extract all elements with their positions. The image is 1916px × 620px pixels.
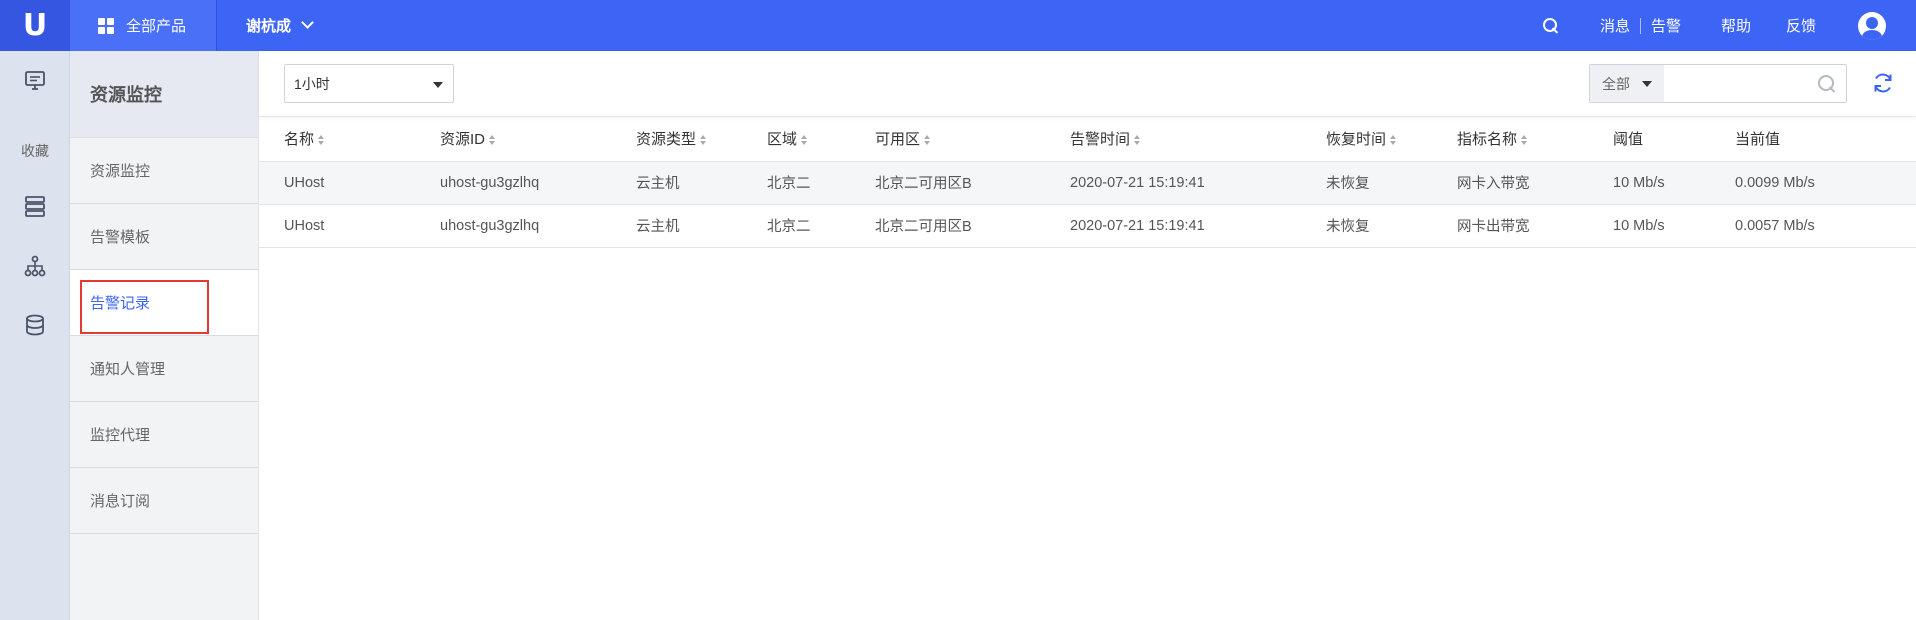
table-row[interactable]: UHost uhost-gu3gzlhq 云主机 北京二 北京二可用区B 202… [259, 204, 1916, 248]
cell-region: 北京二 [767, 161, 875, 205]
alert-records-table: 名称 资源ID 资源类型 区域 可用区 告警时间 恢复时间 指标名称 阈值 当前… [259, 117, 1916, 248]
monitor-icon[interactable] [23, 69, 47, 93]
sort-icon [700, 135, 707, 146]
cell-recovery-time: 未恢复 [1326, 204, 1457, 248]
search-category-select[interactable]: 全部 [1590, 65, 1664, 102]
column-header-resource-id[interactable]: 资源ID [440, 117, 636, 162]
time-range-select[interactable]: 1小时 [284, 64, 454, 103]
sort-icon [489, 135, 496, 146]
cell-current-value: 0.0099 Mb/s [1735, 161, 1916, 205]
cell-metric-name: 网卡出带宽 [1457, 204, 1613, 248]
column-header-name[interactable]: 名称 [259, 117, 440, 162]
all-products-button[interactable]: 全部产品 [70, 0, 217, 51]
subnav-item-contacts[interactable]: 通知人管理 [70, 336, 258, 402]
subnav-item-alert-records[interactable]: 告警记录 [70, 270, 258, 336]
cell-name: UHost [259, 161, 440, 205]
cell-threshold: 10 Mb/s [1613, 204, 1735, 248]
sub-navigation: 资源监控 资源监控 告警模板 告警记录 通知人管理 监控代理 消息订阅 [70, 51, 259, 620]
search-icon[interactable] [1818, 75, 1836, 93]
refresh-icon[interactable] [1871, 71, 1895, 95]
main-content: 1小时 全部 名称 资源ID 资源类型 区域 可用区 告警时间 恢复时间 指标名… [259, 51, 1916, 620]
subnav-item-monitor-agent[interactable]: 监控代理 [70, 402, 258, 468]
cell-recovery-time: 未恢复 [1326, 161, 1457, 205]
logo-mark: U [22, 7, 48, 43]
caret-down-icon [1642, 81, 1652, 87]
alerts-link[interactable]: 告警 [1651, 15, 1681, 36]
sort-icon [1134, 135, 1141, 146]
cell-resource-type: 云主机 [636, 161, 767, 205]
top-bar: U 全部产品 谢杭成 消息 告警 帮助 反馈 [0, 0, 1916, 51]
favorites-label[interactable]: 收藏 [0, 141, 70, 161]
sort-icon [801, 135, 808, 146]
column-header-threshold: 阈值 [1613, 117, 1735, 162]
subnav-item-alert-templates[interactable]: 告警模板 [70, 204, 258, 270]
cell-name: UHost [259, 204, 440, 248]
time-range-value: 1小时 [294, 75, 330, 92]
cell-region: 北京二 [767, 204, 875, 248]
cell-threshold: 10 Mb/s [1613, 161, 1735, 205]
project-name: 谢杭成 [246, 18, 292, 35]
help-link[interactable]: 帮助 [1721, 15, 1751, 36]
search-input[interactable] [1666, 65, 1816, 102]
cell-resource-id: uhost-gu3gzlhq [440, 161, 636, 205]
logo[interactable]: U [0, 0, 70, 51]
chevron-down-icon [301, 16, 314, 29]
all-products-label: 全部产品 [126, 18, 187, 35]
column-header-zone[interactable]: 可用区 [875, 117, 1070, 162]
column-header-resource-type[interactable]: 资源类型 [636, 117, 767, 162]
feedback-link[interactable]: 反馈 [1786, 15, 1816, 36]
sort-icon [318, 135, 325, 146]
search-icon[interactable] [1542, 17, 1559, 34]
avatar[interactable] [1858, 11, 1886, 40]
subnav-item-label: 资源监控 [90, 163, 151, 180]
cell-zone: 北京二可用区B [875, 161, 1070, 205]
icon-rail: 收藏 [0, 51, 70, 620]
column-header-metric-name[interactable]: 指标名称 [1457, 117, 1613, 162]
top-right-actions: 消息 告警 帮助 反馈 [1542, 0, 1916, 51]
network-topology-icon[interactable] [23, 254, 47, 278]
search-box: 全部 [1589, 64, 1847, 103]
search-category-value: 全部 [1602, 75, 1630, 92]
toolbar: 1小时 全部 [259, 51, 1916, 117]
subnav-title: 资源监控 [70, 51, 258, 138]
project-switcher[interactable]: 谢杭成 [246, 0, 314, 51]
cell-resource-id: uhost-gu3gzlhq [440, 204, 636, 248]
subnav-item-subscriptions[interactable]: 消息订阅 [70, 468, 258, 534]
divider [1639, 17, 1641, 34]
cell-metric-name: 网卡入带宽 [1457, 161, 1613, 205]
column-header-recovery-time[interactable]: 恢复时间 [1326, 117, 1457, 162]
subnav-item-resource-monitor[interactable]: 资源监控 [70, 138, 258, 204]
table-row[interactable]: UHost uhost-gu3gzlhq 云主机 北京二 北京二可用区B 202… [259, 161, 1916, 205]
messages-link[interactable]: 消息 [1600, 15, 1630, 36]
database-icon[interactable] [23, 313, 47, 337]
subnav-item-label: 告警模板 [90, 229, 151, 246]
sort-icon [924, 135, 931, 146]
subnav-item-label: 监控代理 [90, 427, 151, 444]
server-list-icon[interactable] [23, 194, 47, 218]
column-header-region[interactable]: 区域 [767, 117, 875, 162]
sort-icon [1390, 135, 1397, 146]
sort-icon [1521, 135, 1528, 146]
cell-zone: 北京二可用区B [875, 204, 1070, 248]
grid-icon [98, 17, 114, 34]
subnav-item-label: 通知人管理 [90, 361, 166, 378]
cell-alert-time: 2020-07-21 15:19:41 [1070, 161, 1326, 205]
highlight-box [80, 280, 209, 334]
cell-resource-type: 云主机 [636, 204, 767, 248]
caret-down-icon [433, 82, 443, 88]
column-header-alert-time[interactable]: 告警时间 [1070, 117, 1326, 162]
subnav-item-label: 消息订阅 [90, 493, 151, 510]
cell-current-value: 0.0057 Mb/s [1735, 204, 1916, 248]
table-header-row: 名称 资源ID 资源类型 区域 可用区 告警时间 恢复时间 指标名称 阈值 当前… [259, 117, 1916, 162]
column-header-current-value: 当前值 [1735, 117, 1916, 162]
cell-alert-time: 2020-07-21 15:19:41 [1070, 204, 1326, 248]
